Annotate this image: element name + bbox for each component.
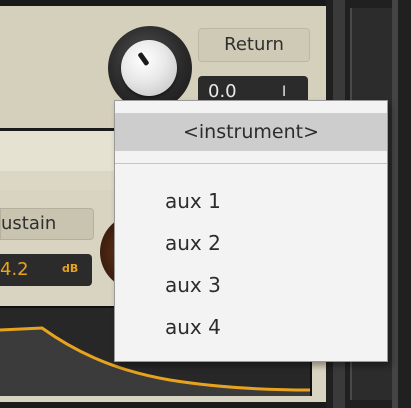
output-dropdown-menu: <instrument> aux 1 aux 2 aux 3 aux 4 bbox=[114, 100, 388, 362]
menu-separator bbox=[115, 163, 387, 164]
menu-item-aux-2[interactable]: aux 2 bbox=[165, 225, 365, 261]
sustain-label: ustain bbox=[0, 208, 94, 240]
text-cursor-icon: I bbox=[282, 84, 287, 100]
menu-item-aux-1[interactable]: aux 1 bbox=[165, 183, 365, 219]
return-knob-cap[interactable] bbox=[121, 40, 177, 96]
menu-item-aux-3[interactable]: aux 3 bbox=[165, 267, 365, 303]
menu-item-instrument[interactable]: <instrument> bbox=[115, 113, 387, 151]
rack-rail bbox=[392, 0, 398, 408]
return-label: Return bbox=[198, 28, 310, 62]
menu-item-aux-4[interactable]: aux 4 bbox=[165, 309, 365, 345]
sustain-unit: dB bbox=[62, 262, 79, 275]
